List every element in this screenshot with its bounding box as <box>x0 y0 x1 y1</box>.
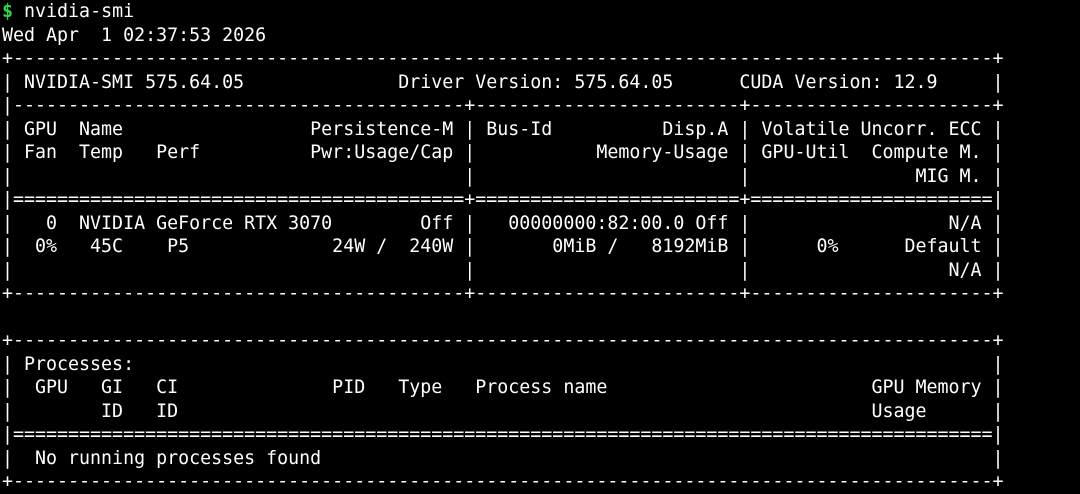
output-line: | Fan Temp Perf Pwr:Usage/Cap | Memory-U… <box>2 142 1004 163</box>
output-line: |=======================================… <box>2 424 1004 445</box>
output-line: +---------------------------------------… <box>2 48 1004 69</box>
output-line: | GPU Name Persistence-M | Bus-Id Disp.A… <box>2 118 1004 140</box>
output-line: | NVIDIA-SMI 575.64.05 Driver Version: 5… <box>2 71 1004 93</box>
command-line: $ nvidia-smi <box>2 0 1080 24</box>
output-line: +---------------------------------------… <box>2 330 1004 351</box>
processes-header-line: | Processes: | <box>2 353 1004 375</box>
processes-columns-line: | ID ID Usage | <box>2 400 1004 422</box>
output-line: |---------------------------------------… <box>2 95 1004 116</box>
prompt-symbol: $ <box>2 1 14 22</box>
output-line: +---------------------------------------… <box>2 283 1004 304</box>
gpu-row-line: | | | N/A | <box>2 259 1004 281</box>
timestamp-line: Wed Apr 1 02:37:53 2026 <box>2 24 267 46</box>
output-line: +---------------------------------------… <box>2 471 1004 492</box>
processes-columns-line: | GPU GI CI PID Type Process name GPU Me… <box>2 377 1004 398</box>
no-processes-line: | No running processes found | <box>2 447 1004 469</box>
command-text: nvidia-smi <box>24 1 135 22</box>
output-line: | | | MIG M. | <box>2 165 1004 187</box>
gpu-row-line: | 0% 45C P5 24W / 240W | 0MiB / 8192MiB … <box>2 236 1004 257</box>
output-line: |=======================================… <box>2 189 1004 210</box>
terminal-window[interactable]: $ nvidia-smi Wed Apr 1 02:37:53 2026 +--… <box>0 0 1080 492</box>
gpu-row-line: | 0 NVIDIA GeForce RTX 3070 Off | 000000… <box>2 212 1004 234</box>
